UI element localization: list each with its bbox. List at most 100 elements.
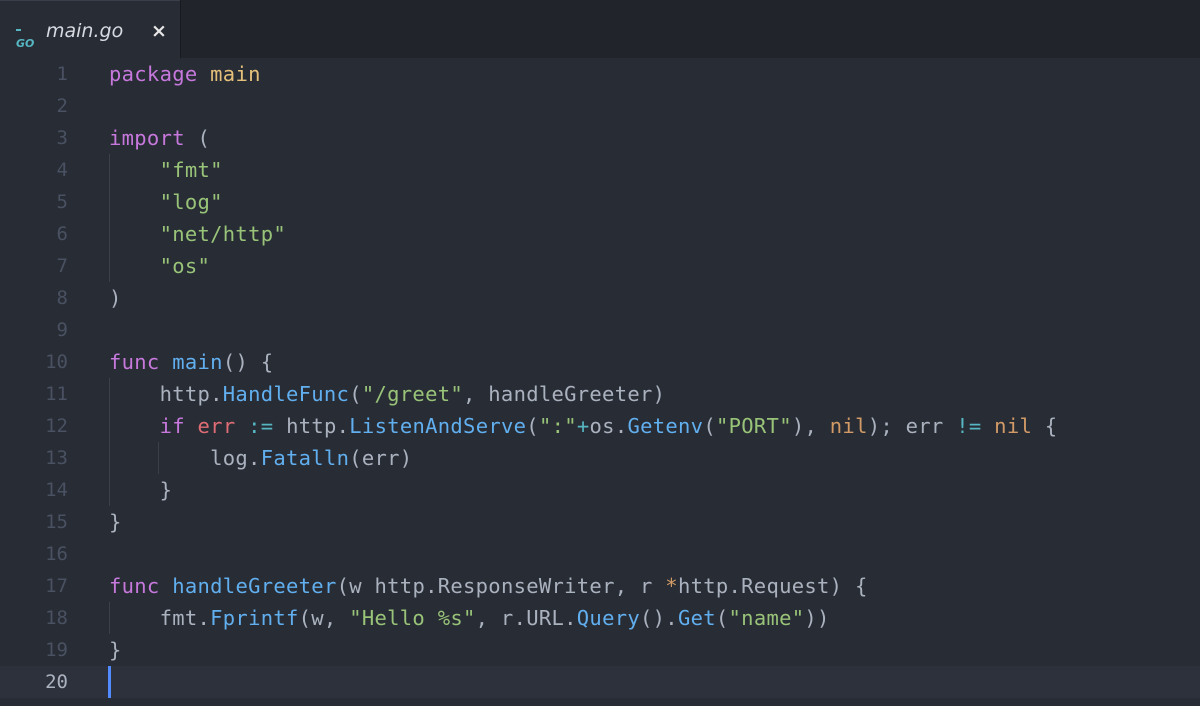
code-token: + [576,414,590,438]
code-token: ListenAndServe [349,414,527,438]
code-token: nil [994,414,1033,438]
code-token: ) [109,286,122,310]
code-text: "log" [109,186,223,218]
code-text: package main [109,58,261,90]
line-number: 16 [45,543,68,565]
code-token: http. [109,382,223,406]
code-token: "/greet" [361,382,463,406]
code-token: )) [804,606,830,630]
code-token: os. [589,414,628,438]
editor-window: GO main.go × 20 19} 18 fmt.Fprintf(w, "Hel… [0,0,1200,706]
code-line[interactable]: 10 func main() { [0,346,1200,378]
close-icon[interactable]: × [149,19,169,43]
line-number: 18 [45,607,68,629]
code-line[interactable]: 12 if err := http.ListenAndServe(":"+os.… [0,410,1200,442]
text-cursor [108,666,111,698]
indent-guide [109,154,110,282]
code-text: ) [109,282,122,314]
code-line[interactable]: 17 func handleGreeter(w http.ResponseWrit… [0,570,1200,602]
tab-divider [180,0,181,58]
code-line[interactable]: 11 http.HandleFunc("/greet", handleGreet… [0,378,1200,410]
code-line[interactable]: 19} [0,634,1200,666]
code-text: } [109,474,172,506]
code-text: } [109,634,122,666]
code-line[interactable]: 15} [0,506,1200,538]
code-token: Query [576,606,640,630]
code-token: package [109,62,198,86]
code-line[interactable]: 4 "fmt" [0,154,1200,186]
code-line[interactable]: 16 [0,538,1200,570]
code-text: fmt.Fprintf(w, "Hello %s", r.URL.Query()… [109,602,830,634]
code-text: "os" [109,250,210,282]
code-line[interactable]: 3 import ( [0,122,1200,154]
code-line[interactable]: 2 [0,90,1200,122]
code-token: ( [526,414,539,438]
code-token: Getenv [627,414,704,438]
code-token: Fatalln [260,446,350,470]
code-line[interactable]: 5 "log" [0,186,1200,218]
code-line[interactable]: 8) [0,282,1200,314]
code-line[interactable]: 6 "net/http" [0,218,1200,250]
tab-main-go[interactable]: GO main.go × [0,0,180,58]
code-token: (w http.ResponseWriter, r [336,574,666,598]
code-token: := [248,414,274,438]
code-token: http. [273,414,350,438]
code-editor[interactable]: 20 19} 18 fmt.Fprintf(w, "Hello %s", r.URL… [0,58,1200,706]
line-number: 9 [56,319,68,341]
code-token: ); err [867,414,957,438]
line-number: 5 [56,191,68,213]
code-token: "os" [159,254,211,278]
code-token: ( [715,606,729,630]
code-text: } [109,506,122,538]
go-file-icon-label: GO [16,37,35,50]
code-token: fmt. [109,606,211,630]
code-token: , r.URL. [475,606,577,630]
code-token: } [109,638,122,662]
line-number: 1 [56,63,68,85]
code-text: "fmt" [109,154,223,186]
code-text: http.HandleFunc("/greet", handleGreeter) [109,378,665,410]
code-token: HandleFunc [222,382,350,406]
code-token: ( [349,382,362,406]
code-line[interactable]: 20 [0,666,1200,698]
code-token: Get [677,606,716,630]
code-token: http.Request) { [677,574,868,598]
line-number: 10 [45,351,68,373]
line-number: 20 [45,671,68,693]
code-token: handleGreeter [172,574,337,598]
tab-bar: GO main.go × [0,0,1200,58]
code-token: "name" [728,606,805,630]
code-token: func [109,574,160,598]
code-line[interactable]: 1 package main [0,58,1200,90]
line-number: 2 [56,95,68,117]
line-number: 14 [45,479,68,501]
code-line[interactable]: 18 fmt.Fprintf(w, "Hello %s", r.URL.Quer… [0,602,1200,634]
code-token: (). [640,606,678,630]
code-line[interactable]: 7 "os" [0,250,1200,282]
code-token: ), [791,414,830,438]
line-number: 17 [45,575,68,597]
code-token: != [956,414,982,438]
code-token: } [109,510,122,534]
code-text: func handleGreeter(w http.ResponseWriter… [109,570,868,602]
code-line[interactable]: 9 [0,314,1200,346]
line-number: 11 [45,383,68,405]
line-number: 19 [45,639,68,661]
code-line[interactable]: 13 log.Fatalln(err) [0,442,1200,474]
code-token: (err) [349,446,413,470]
code-token: "fmt" [159,158,223,182]
code-token: { [1032,414,1058,438]
line-number: 8 [56,287,68,309]
code-line[interactable]: 14 } [0,474,1200,506]
indent-guide [109,602,110,634]
code-token: ( [184,126,211,150]
